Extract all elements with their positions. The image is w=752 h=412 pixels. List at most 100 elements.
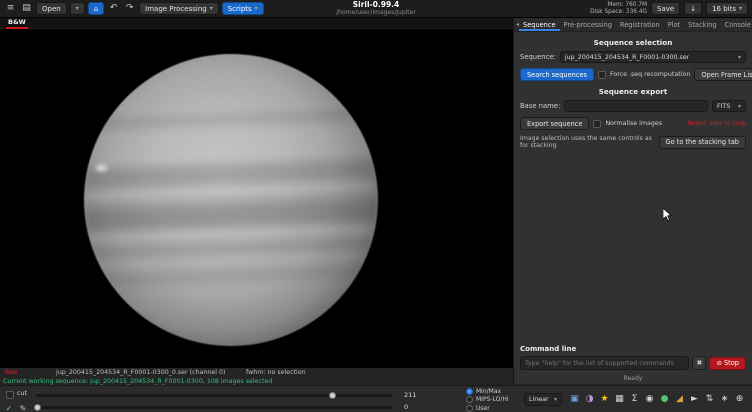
crop-hint-text: Select area to crop [687,120,746,127]
mem-label: Mem: 760.7M [590,2,647,9]
channel-tab-bw[interactable]: B&W [6,18,28,29]
sequence-selection-header: Sequence selection [514,38,752,47]
status-line-1: Red jup_200415_204534_R_F0001-0300_0.ser… [0,368,513,377]
radio-minmax-icon [466,388,473,395]
display-mode-value: Linear [529,396,549,403]
command-line-section: Command line ✖ ⊘ Stop [520,345,746,370]
normalise-images-checkbox[interactable] [593,120,601,128]
asterisk-icon[interactable]: ∗ [718,392,731,406]
chevron-down-icon: ▾ [255,5,258,12]
base-name-label: Base name: [520,102,560,110]
redo-icon[interactable]: ↷ [123,2,136,15]
home-icon: ⌂ [94,5,98,13]
stop-button[interactable]: ⊘ Stop [709,357,746,370]
tab-plot[interactable]: Plot [664,18,684,31]
hi-cut-slider[interactable] [36,394,392,397]
hi-cut-value: 211 [404,391,416,399]
radio-user[interactable]: User [466,404,509,412]
jupiter-image [84,54,378,346]
jupiter-bright-spot [93,162,110,174]
image-processing-menu[interactable]: Image Processing ▾ [139,2,219,15]
moon-icon[interactable]: ◑ [583,392,596,406]
chevron-down-icon: ▾ [738,103,741,110]
bit-depth-dropdown[interactable]: 16 bits ▾ [706,2,748,15]
hamburger-menu-icon[interactable]: ≡ [4,2,17,15]
sequence-status: Current working sequence: jup_200415_204… [3,378,272,385]
ruler-icon[interactable]: ◢ [673,392,686,406]
sequence-value: jup_200415_204534_R_F0001-0300.ser [565,54,689,61]
force-seq-label: Force .seq recomputation [610,71,690,78]
export-sequence-button[interactable]: Export sequence [520,117,589,130]
home-button[interactable]: ⌂ [88,2,104,15]
normalise-images-label: Normalise images [605,120,662,127]
tab-registration[interactable]: Registration [616,18,664,31]
grid-icon[interactable]: ▦ [613,392,626,406]
lo-cut-slider-handle[interactable] [34,404,41,411]
clear-command-button[interactable]: ✖ [692,356,706,370]
chevron-down-icon: ▾ [738,54,741,61]
chevron-down-icon: ▾ [554,396,557,403]
working-directory: /home/user/Images/Jupiter [336,10,416,17]
force-seq-checkbox[interactable] [598,71,606,79]
tab-pre-processing[interactable]: Pre-processing [560,18,616,31]
ready-status: Ready [514,375,752,382]
memory-info: Mem: 760.7M Disk Space: 336.4G [590,2,647,16]
mouse-cursor [663,208,672,223]
open-button[interactable]: Open [36,2,67,15]
play-icon[interactable]: ► [688,392,701,406]
lo-cut-slider[interactable] [36,406,392,409]
current-filename: jup_200415_204534_R_F0001-0300_0.ser (ch… [56,369,225,376]
display-mode-dropdown[interactable]: Linear ▾ [524,393,562,406]
image-icon[interactable]: ▤ [20,2,33,15]
check-icon[interactable]: ✓ [4,402,14,412]
export-format-value: FITS [717,103,730,110]
channel-name: Red [5,369,17,376]
open-recent-dropdown[interactable]: ▾ [70,2,85,15]
quick-tools-row: ▣ ◑ ★ ▦ Σ ◉ ● ◢ ► ⇅ ∗ ⊕ [568,392,746,406]
compass-icon[interactable]: ⊕ [733,392,746,406]
sequence-combobox[interactable]: jup_200415_204534_R_F0001-0300.ser ▾ [560,51,746,63]
photo-icon[interactable]: ▣ [568,392,581,406]
channel-strip: B&W [0,18,513,29]
command-line-header: Command line [520,345,746,353]
clear-icon: ✖ [697,359,703,367]
image-display-area[interactable]: B&W [0,18,513,368]
pencil-icon[interactable]: ✎ [18,402,28,412]
status-line-2: Current working sequence: jup_200415_204… [0,377,513,385]
undo-icon[interactable]: ↶ [107,2,120,15]
dot-icon[interactable]: ● [658,392,671,406]
sum-icon[interactable]: Σ [628,392,641,406]
export-format-dropdown[interactable]: FITS ▾ [712,100,746,112]
chevron-down-icon: ▾ [739,5,742,12]
goto-stacking-button[interactable]: Go to the stacking tab [659,136,746,149]
radio-mips[interactable]: MIPS-LO/HI [466,396,509,405]
hi-cut-slider-handle[interactable] [329,392,336,399]
tab-console[interactable]: Console [721,18,752,31]
chevron-down-icon: ▾ [210,5,213,12]
stop-icon: ⊘ [716,359,722,367]
radio-minmax[interactable]: Min/Max [466,387,509,396]
star-icon[interactable]: ★ [598,392,611,406]
swap-icon[interactable]: ⇅ [703,392,716,406]
radio-mips-icon [466,396,473,403]
target-icon[interactable]: ◉ [643,392,656,406]
selection-info-text: Image selection uses the same controls a… [520,135,655,150]
lo-cut-value: 0 [404,403,408,411]
base-name-input[interactable] [564,100,708,112]
disk-label: Disk Space: 336.4G [590,9,647,16]
scripts-menu[interactable]: Scripts ▾ [222,2,264,15]
save-as-icon: ↓ [690,5,696,13]
tab-sequence[interactable]: Sequence [519,18,560,31]
chevron-down-icon: ▾ [76,5,79,12]
cut-checkbox[interactable] [6,391,14,399]
command-input[interactable] [520,356,689,370]
tab-stacking[interactable]: Stacking [684,18,720,31]
search-sequences-button[interactable]: Search sequences [520,68,594,81]
window-title: Siril-0.99.4 /home/user/Images/Jupiter [336,1,416,17]
save-button[interactable]: Save [651,2,680,15]
cut-label: cut [17,390,27,397]
right-panel: ◂ Sequence Pre-processing Registration P… [513,18,752,384]
save-as-button[interactable]: ↓ [684,2,702,15]
open-frame-list-button[interactable]: Open Frame List [694,68,752,81]
panel-tabs: ◂ Sequence Pre-processing Registration P… [514,18,752,32]
